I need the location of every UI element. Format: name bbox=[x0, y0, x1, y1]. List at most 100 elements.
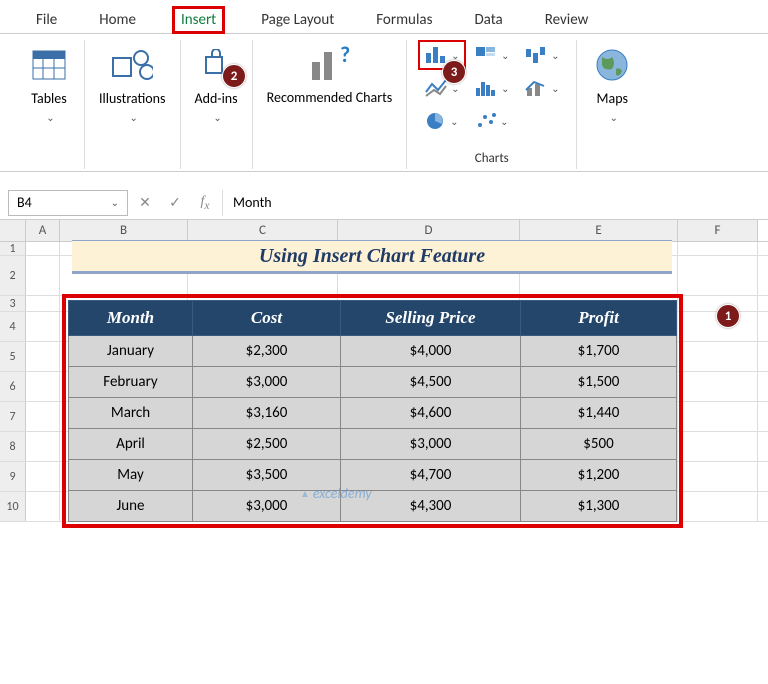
cell[interactable]: $2,500 bbox=[193, 429, 341, 460]
cell[interactable]: $1,440 bbox=[521, 398, 677, 429]
recommended-charts-button[interactable]: ? Recommended Charts bbox=[263, 40, 397, 110]
formula-bar: B4 ⌄ ✕ ✓ fx Month bbox=[0, 186, 768, 220]
col-header-D[interactable]: D bbox=[338, 220, 520, 241]
table-row: March$3,160$4,600$1,440 bbox=[69, 398, 677, 429]
illustrations-label: Illustrations bbox=[99, 90, 166, 107]
row-header[interactable]: 9 bbox=[0, 462, 26, 491]
ribbon-body: 2 3 Tables ⌄ Illustrations ⌄ Add-ins ⌄ bbox=[0, 34, 768, 172]
cell[interactable]: $3,000 bbox=[193, 491, 341, 522]
scatter-chart-button[interactable]: ⌄ bbox=[468, 106, 516, 136]
cell[interactable]: January bbox=[69, 336, 193, 367]
cell[interactable]: $3,000 bbox=[193, 367, 341, 398]
cell[interactable]: $1,200 bbox=[521, 460, 677, 491]
col-header-C[interactable]: C bbox=[188, 220, 338, 241]
shapes-icon bbox=[111, 44, 153, 86]
cell[interactable]: $3,160 bbox=[193, 398, 341, 429]
pie-chart-button[interactable]: ⌄ bbox=[418, 106, 466, 136]
row-header[interactable]: 7 bbox=[0, 402, 26, 431]
spreadsheet: A B C D E F 1 2 3 4 5 6 7 8 9 10 Using I… bbox=[0, 220, 768, 522]
table-row: May$3,500$4,700$1,200 bbox=[69, 460, 677, 491]
name-box[interactable]: B4 ⌄ bbox=[8, 190, 128, 216]
cell[interactable]: $3,000 bbox=[341, 429, 521, 460]
col-header-B[interactable]: B bbox=[60, 220, 188, 241]
recommended-chart-icon: ? bbox=[308, 44, 350, 86]
row-header[interactable]: 1 bbox=[0, 242, 26, 255]
charts-group-label: Charts bbox=[475, 151, 509, 169]
row-header[interactable]: 6 bbox=[0, 372, 26, 401]
insert-function-button[interactable]: fx bbox=[192, 190, 218, 216]
row-header[interactable]: 10 bbox=[0, 492, 26, 521]
tab-home[interactable]: Home bbox=[93, 7, 142, 33]
recommended-charts-label: Recommended Charts bbox=[267, 90, 393, 106]
table-header-row: Month Cost Selling Price Profit bbox=[69, 301, 677, 336]
callout-badge-3: 3 bbox=[442, 60, 466, 84]
combo-chart-icon bbox=[524, 78, 548, 98]
header-month[interactable]: Month bbox=[69, 301, 193, 336]
maps-button[interactable]: Maps ⌄ bbox=[587, 40, 637, 128]
pie-chart-icon bbox=[425, 111, 447, 131]
header-profit[interactable]: Profit bbox=[521, 301, 677, 336]
cell[interactable]: March bbox=[69, 398, 193, 429]
cell[interactable]: $1,700 bbox=[521, 336, 677, 367]
cell[interactable]: $4,600 bbox=[341, 398, 521, 429]
tab-review[interactable]: Review bbox=[539, 7, 595, 33]
cell[interactable]: $2,300 bbox=[193, 336, 341, 367]
row-header[interactable]: 5 bbox=[0, 342, 26, 371]
row-header[interactable]: 4 bbox=[0, 312, 26, 341]
cell[interactable]: $4,700 bbox=[341, 460, 521, 491]
col-header-F[interactable]: F bbox=[678, 220, 758, 241]
maps-label: Maps bbox=[597, 90, 628, 107]
hierarchy-chart-icon bbox=[474, 45, 498, 65]
tables-button[interactable]: Tables ⌄ bbox=[24, 40, 74, 128]
cell[interactable]: May bbox=[69, 460, 193, 491]
tab-formulas[interactable]: Formulas bbox=[370, 7, 438, 33]
formula-input[interactable]: Month bbox=[222, 190, 760, 216]
col-header-A[interactable]: A bbox=[26, 220, 60, 241]
line-chart-icon bbox=[424, 78, 448, 98]
chevron-down-icon: ⌄ bbox=[46, 111, 54, 124]
statistic-chart-button[interactable]: ⌄ bbox=[468, 73, 516, 103]
data-table: Month Cost Selling Price Profit January$… bbox=[68, 300, 677, 522]
callout-badge-2: 2 bbox=[222, 64, 246, 88]
cell[interactable]: $1,300 bbox=[521, 491, 677, 522]
col-header-E[interactable]: E bbox=[520, 220, 678, 241]
group-charts: ⌄ ⌄ ⌄ ⌄ ⌄ ⌄ ⌄ ⌄ Charts bbox=[407, 40, 577, 169]
cell[interactable]: June bbox=[69, 491, 193, 522]
row-header[interactable]: 8 bbox=[0, 432, 26, 461]
tab-insert[interactable]: Insert bbox=[172, 6, 225, 34]
select-all-corner[interactable] bbox=[0, 220, 26, 241]
illustrations-button[interactable]: Illustrations ⌄ bbox=[95, 40, 170, 128]
cell[interactable]: $500 bbox=[521, 429, 677, 460]
header-price[interactable]: Selling Price bbox=[341, 301, 521, 336]
chevron-down-icon: ⌄ bbox=[213, 111, 221, 124]
waterfall-chart-button[interactable]: ⌄ bbox=[518, 40, 566, 70]
group-tables: Tables ⌄ bbox=[14, 40, 85, 169]
cell[interactable]: $4,500 bbox=[341, 367, 521, 398]
header-cost[interactable]: Cost bbox=[193, 301, 341, 336]
group-maps: Maps ⌄ bbox=[577, 40, 647, 169]
cell[interactable]: February bbox=[69, 367, 193, 398]
scatter-chart-icon bbox=[475, 111, 497, 131]
bar-chart-button[interactable]: ⌄ bbox=[468, 40, 516, 70]
tab-file[interactable]: File bbox=[30, 7, 63, 33]
addins-label: Add-ins bbox=[195, 90, 238, 107]
cancel-formula-button[interactable]: ✕ bbox=[132, 190, 158, 216]
row-header[interactable]: 3 bbox=[0, 296, 26, 311]
group-addins: Add-ins ⌄ bbox=[181, 40, 253, 169]
check-icon: ✓ bbox=[169, 194, 181, 211]
selected-range[interactable]: Month Cost Selling Price Profit January$… bbox=[62, 294, 683, 528]
cell[interactable]: $4,300 bbox=[341, 491, 521, 522]
page-title-banner: Using Insert Chart Feature bbox=[72, 240, 672, 274]
table-row: January$2,300$4,000$1,700 bbox=[69, 336, 677, 367]
combo-chart-button[interactable]: ⌄ bbox=[518, 73, 566, 103]
enter-formula-button[interactable]: ✓ bbox=[162, 190, 188, 216]
tab-data[interactable]: Data bbox=[468, 7, 508, 33]
cell[interactable]: $4,000 bbox=[341, 336, 521, 367]
cell[interactable]: April bbox=[69, 429, 193, 460]
cell[interactable]: $3,500 bbox=[193, 460, 341, 491]
row-header[interactable]: 2 bbox=[0, 256, 26, 295]
tab-page-layout[interactable]: Page Layout bbox=[255, 7, 340, 33]
table-row: April$2,500$3,000$500 bbox=[69, 429, 677, 460]
cell[interactable]: $1,500 bbox=[521, 367, 677, 398]
chevron-down-icon: ⌄ bbox=[610, 111, 618, 124]
